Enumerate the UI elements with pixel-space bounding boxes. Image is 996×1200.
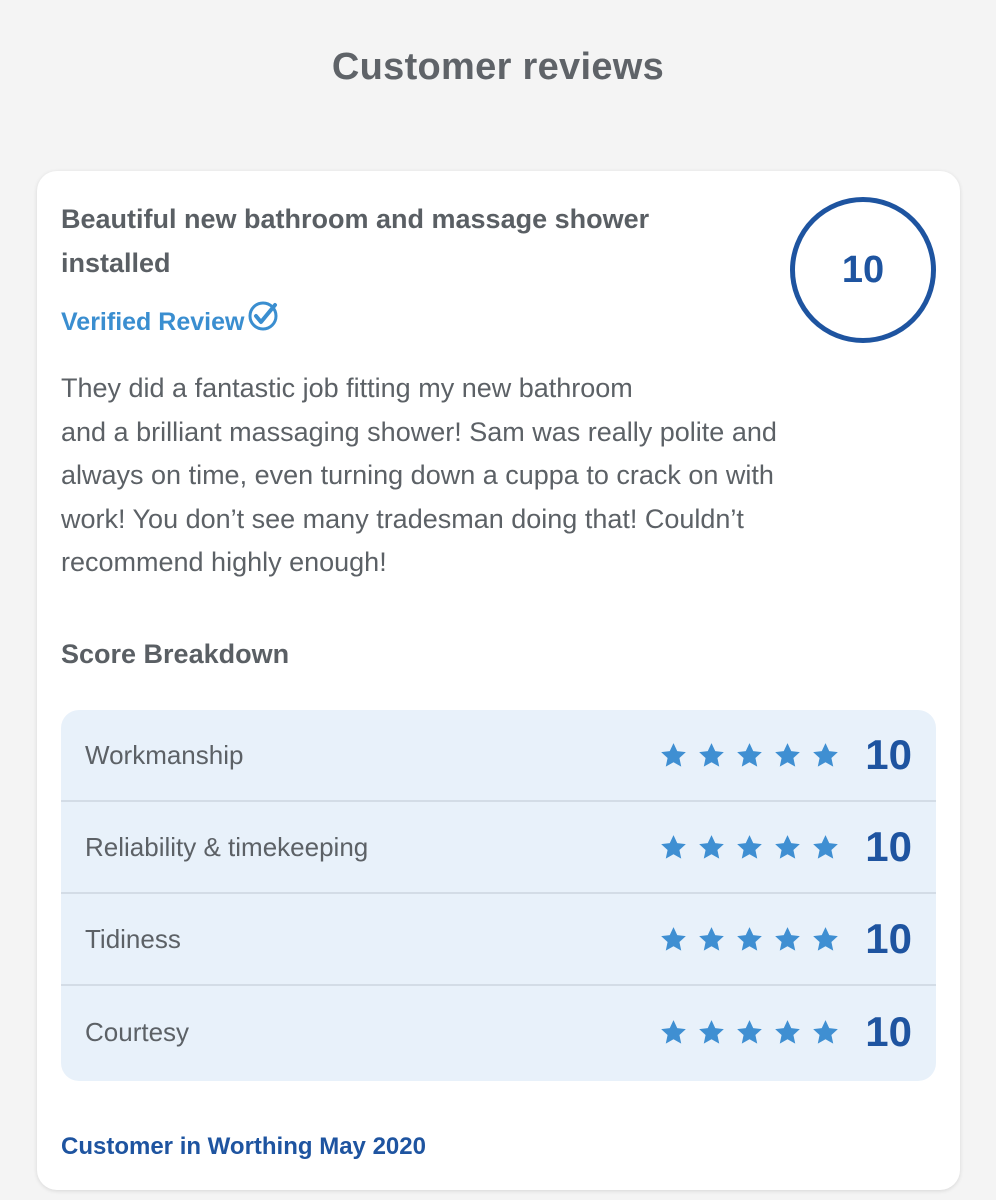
verified-review-text: Verified Review [61, 307, 245, 336]
score-row-label: Reliability & timekeeping [85, 831, 369, 862]
star-icon [697, 741, 726, 770]
score-row-value: 10 [865, 915, 912, 962]
overall-score-value: 10 [841, 248, 885, 291]
star-icon [697, 1018, 726, 1047]
score-row-courtesy: Courtesy 10 [61, 986, 936, 1078]
score-row-value-group: 10 [659, 823, 912, 871]
score-row-workmanship: Workmanship 10 [61, 710, 936, 802]
star-icon [659, 833, 688, 862]
star-icon [659, 925, 688, 954]
score-breakdown-table: Workmanship 10 Reliability & timekeeping… [61, 710, 936, 1081]
score-row-value: 10 [865, 1008, 912, 1055]
reviews-page: Customer reviews Beautiful new bathroom … [0, 0, 996, 1200]
star-icon [811, 741, 840, 770]
star-icon [811, 1018, 840, 1047]
score-row-tidiness: Tidiness 10 [61, 894, 936, 986]
score-breakdown-heading: Score Breakdown [61, 639, 290, 669]
score-row-reliability: Reliability & timekeeping 10 [61, 802, 936, 894]
verified-review-label: Verified Review [61, 301, 278, 337]
page-title: Customer reviews [331, 46, 665, 88]
score-row-label: Tidiness [85, 923, 181, 954]
review-author[interactable]: Customer in Worthing May 2020 [61, 1133, 426, 1161]
star-icon [773, 833, 802, 862]
star-icon [735, 741, 764, 770]
star-icon [697, 925, 726, 954]
star-icon [773, 925, 802, 954]
star-rating [659, 833, 840, 862]
review-text: They did a fantastic job fitting my new … [61, 373, 777, 577]
star-rating [659, 925, 840, 954]
score-row-value: 10 [865, 823, 912, 870]
star-icon [773, 741, 802, 770]
overall-score-badge: 10 [790, 197, 936, 343]
star-icon [659, 741, 688, 770]
star-rating [659, 1018, 840, 1047]
star-icon [659, 1018, 688, 1047]
star-rating [659, 741, 840, 770]
star-icon [735, 925, 764, 954]
star-icon [811, 925, 840, 954]
star-icon [811, 833, 840, 862]
star-icon [735, 1018, 764, 1047]
score-row-value-group: 10 [659, 1008, 912, 1056]
review-card: Beautiful new bathroom and massage showe… [37, 171, 960, 1190]
score-row-label: Workmanship [85, 739, 244, 770]
review-title: Beautiful new bathroom and massage showe… [61, 204, 650, 278]
star-icon [697, 833, 726, 862]
score-row-label: Courtesy [85, 1016, 190, 1047]
score-row-value: 10 [865, 731, 912, 778]
score-row-value-group: 10 [659, 731, 912, 779]
check-badge-icon [248, 301, 278, 331]
score-row-value-group: 10 [659, 915, 912, 963]
star-icon [773, 1018, 802, 1047]
star-icon [735, 833, 764, 862]
